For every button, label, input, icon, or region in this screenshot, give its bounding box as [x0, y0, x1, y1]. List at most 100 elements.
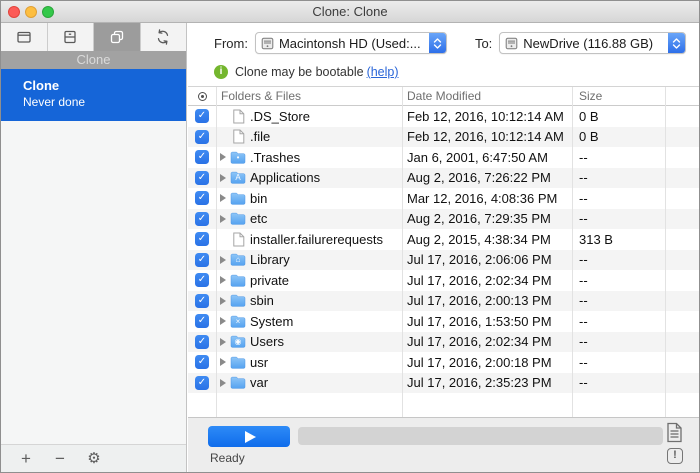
table-row[interactable]: ✓ sbin Jul 17, 2016, 2:00:13 PM --	[188, 291, 699, 312]
play-icon	[245, 431, 256, 443]
add-task-button[interactable]: +	[9, 446, 43, 472]
table-row[interactable]: ✓ A Applications Aug 2, 2016, 7:26:22 PM…	[188, 168, 699, 189]
table-row[interactable]: ✓ bin Mar 12, 2016, 4:08:36 PM --	[188, 188, 699, 209]
row-checkbox[interactable]: ✓	[195, 253, 209, 267]
disclosure-triangle-icon[interactable]	[220, 256, 226, 264]
disclosure-triangle-icon[interactable]	[220, 153, 226, 161]
checkmark-icon: ✓	[198, 376, 206, 390]
file-name: installer.failurerequests	[250, 232, 383, 247]
backup-box-icon	[15, 28, 33, 46]
table-row[interactable]: ✓ private Jul 17, 2016, 2:02:34 PM --	[188, 270, 699, 291]
checkmark-icon: ✓	[198, 355, 206, 369]
toolbar-tab-sync[interactable]	[141, 23, 187, 51]
clone-icon	[108, 28, 126, 46]
disclosure-triangle-icon[interactable]	[220, 317, 226, 325]
to-label: To:	[475, 36, 492, 51]
to-drive-select[interactable]: NewDrive (116.88 GB)	[499, 32, 686, 54]
task-status: Never done	[23, 95, 186, 109]
row-size-cell: --	[572, 211, 665, 226]
toolbar-tab-restore[interactable]	[48, 23, 95, 51]
row-checkbox[interactable]: ✓	[195, 376, 209, 390]
file-name: private	[250, 273, 289, 288]
gear-icon[interactable]: ⚙	[77, 446, 111, 472]
column-header-select[interactable]	[188, 92, 216, 101]
disclosure-triangle-icon[interactable]	[220, 297, 226, 305]
column-header-size[interactable]: Size	[572, 89, 665, 103]
row-checkbox[interactable]: ✓	[195, 314, 209, 328]
table-row[interactable]: ✓ .file Feb 12, 2016, 10:12:14 AM 0 B	[188, 127, 699, 148]
remove-task-button[interactable]: −	[43, 446, 77, 472]
disclosure-triangle-icon[interactable]	[220, 358, 226, 366]
column-header-name[interactable]: Folders & Files	[216, 89, 402, 103]
row-size-cell: --	[572, 334, 665, 349]
table-row[interactable]: ✓ var Jul 17, 2016, 2:35:23 PM --	[188, 373, 699, 394]
main-content: From: Macintonsh HD (Used:... To:	[188, 23, 699, 472]
table-row[interactable]: ✓ • .Trashes Jan 6, 2001, 6:47:50 AM --	[188, 147, 699, 168]
alert-exclamation-button[interactable]: !	[667, 448, 683, 464]
folder-icon	[230, 294, 246, 307]
row-size-cell: --	[572, 150, 665, 165]
table-row[interactable]: ✓ ◉ Users Jul 17, 2016, 2:02:34 PM --	[188, 332, 699, 353]
row-checkbox[interactable]: ✓	[195, 273, 209, 287]
row-date-cell: Jul 17, 2016, 2:06:06 PM	[402, 252, 572, 267]
row-date-cell: Jan 6, 2001, 6:47:50 AM	[402, 150, 572, 165]
row-checkbox[interactable]: ✓	[195, 232, 209, 246]
row-checkbox[interactable]: ✓	[195, 294, 209, 308]
row-date-cell: Jul 17, 2016, 2:00:18 PM	[402, 355, 572, 370]
row-name-cell: ⌂ Library	[216, 252, 402, 267]
row-size-cell: --	[572, 293, 665, 308]
toolbar-tab-backup[interactable]	[1, 23, 48, 51]
table-row[interactable]: ✓ etc Aug 2, 2016, 7:29:35 PM --	[188, 209, 699, 230]
disclosure-triangle-icon[interactable]	[220, 174, 226, 182]
log-document-button[interactable]	[666, 422, 683, 448]
row-date-cell: Jul 17, 2016, 2:02:34 PM	[402, 334, 572, 349]
sidebar-footer: + − ⚙	[1, 444, 186, 472]
sidebar-item-clone[interactable]: Clone Never done	[1, 69, 186, 121]
row-checkbox[interactable]: ✓	[195, 150, 209, 164]
disclosure-triangle-icon[interactable]	[220, 194, 226, 202]
row-checkbox[interactable]: ✓	[195, 191, 209, 205]
disclosure-triangle-icon[interactable]	[220, 338, 226, 346]
row-date-cell: Aug 2, 2015, 4:38:34 PM	[402, 232, 572, 247]
help-link[interactable]: (help)	[367, 65, 399, 79]
row-date-cell: Feb 12, 2016, 10:12:14 AM	[402, 129, 572, 144]
folder-icon	[230, 192, 246, 205]
table-row[interactable]: ✓ ⌂ Library Jul 17, 2016, 2:06:06 PM --	[188, 250, 699, 271]
table-row[interactable]: ✓ usr Jul 17, 2016, 2:00:18 PM --	[188, 352, 699, 373]
info-text: Clone may be bootable	[235, 65, 364, 79]
sidebar: Clone Clone Never done + − ⚙	[1, 23, 187, 472]
row-name-cell: × System	[216, 314, 402, 329]
file-name: usr	[250, 355, 268, 370]
start-clone-button[interactable]	[208, 426, 290, 447]
row-size-cell: 0 B	[572, 129, 665, 144]
row-date-cell: Jul 17, 2016, 2:00:13 PM	[402, 293, 572, 308]
row-checkbox[interactable]: ✓	[195, 109, 209, 123]
row-checkbox[interactable]: ✓	[195, 212, 209, 226]
checkmark-icon: ✓	[198, 150, 206, 164]
file-name: bin	[250, 191, 267, 206]
column-header-date[interactable]: Date Modified	[402, 89, 572, 103]
checkmark-icon: ✓	[198, 314, 206, 328]
row-size-cell: --	[572, 170, 665, 185]
bootable-info: i Clone may be bootable (help)	[214, 65, 399, 79]
from-drive-select[interactable]: Macintonsh HD (Used:...	[255, 32, 447, 54]
disclosure-triangle-icon[interactable]	[220, 215, 226, 223]
file-name: .DS_Store	[250, 109, 310, 124]
disclosure-triangle-icon[interactable]	[220, 379, 226, 387]
popup-stepper-icon	[668, 33, 685, 53]
checkmark-icon: ✓	[198, 294, 206, 308]
row-size-cell: --	[572, 191, 665, 206]
sidebar-section-label: Clone	[1, 51, 186, 69]
row-checkbox[interactable]: ✓	[195, 171, 209, 185]
table-row[interactable]: ✓ installer.failurerequests Aug 2, 2015,…	[188, 229, 699, 250]
info-icon: i	[214, 65, 228, 79]
row-checkbox[interactable]: ✓	[195, 335, 209, 349]
toolbar-tab-clone[interactable]	[94, 23, 141, 51]
disclosure-triangle-icon[interactable]	[220, 276, 226, 284]
row-checkbox[interactable]: ✓	[195, 355, 209, 369]
table-row[interactable]: ✓ .DS_Store Feb 12, 2016, 10:12:14 AM 0 …	[188, 106, 699, 127]
row-checkbox[interactable]: ✓	[195, 130, 209, 144]
status-text: Ready	[210, 451, 245, 465]
folder-icon	[230, 274, 246, 287]
table-row[interactable]: ✓ × System Jul 17, 2016, 1:53:50 PM --	[188, 311, 699, 332]
